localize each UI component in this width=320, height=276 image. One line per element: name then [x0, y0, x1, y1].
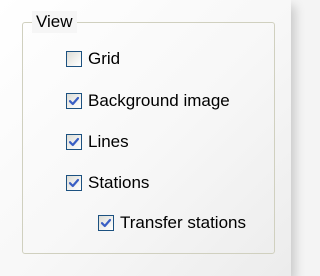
- grid-option[interactable]: Grid: [66, 47, 120, 71]
- background-image-label[interactable]: Background image: [88, 89, 230, 113]
- stations-checkbox[interactable]: [66, 175, 82, 191]
- check-icon: [100, 218, 112, 228]
- transfer-stations-checkbox[interactable]: [98, 215, 114, 231]
- lines-checkbox[interactable]: [66, 134, 82, 150]
- check-icon: [68, 96, 80, 106]
- group-title: View: [32, 11, 77, 33]
- lines-option[interactable]: Lines: [66, 130, 129, 154]
- lines-label[interactable]: Lines: [88, 130, 129, 154]
- check-icon: [68, 178, 80, 188]
- grid-label[interactable]: Grid: [88, 47, 120, 71]
- transfer-stations-label[interactable]: Transfer stations: [120, 211, 246, 235]
- stations-label[interactable]: Stations: [88, 171, 149, 195]
- background-image-checkbox[interactable]: [66, 93, 82, 109]
- grid-checkbox[interactable]: [66, 51, 82, 67]
- stations-option[interactable]: Stations: [66, 171, 149, 195]
- check-icon: [68, 137, 80, 147]
- transfer-stations-option[interactable]: Transfer stations: [98, 211, 246, 235]
- background-image-option[interactable]: Background image: [66, 89, 230, 113]
- view-options-panel: View Grid Background image Lines Station…: [0, 0, 291, 276]
